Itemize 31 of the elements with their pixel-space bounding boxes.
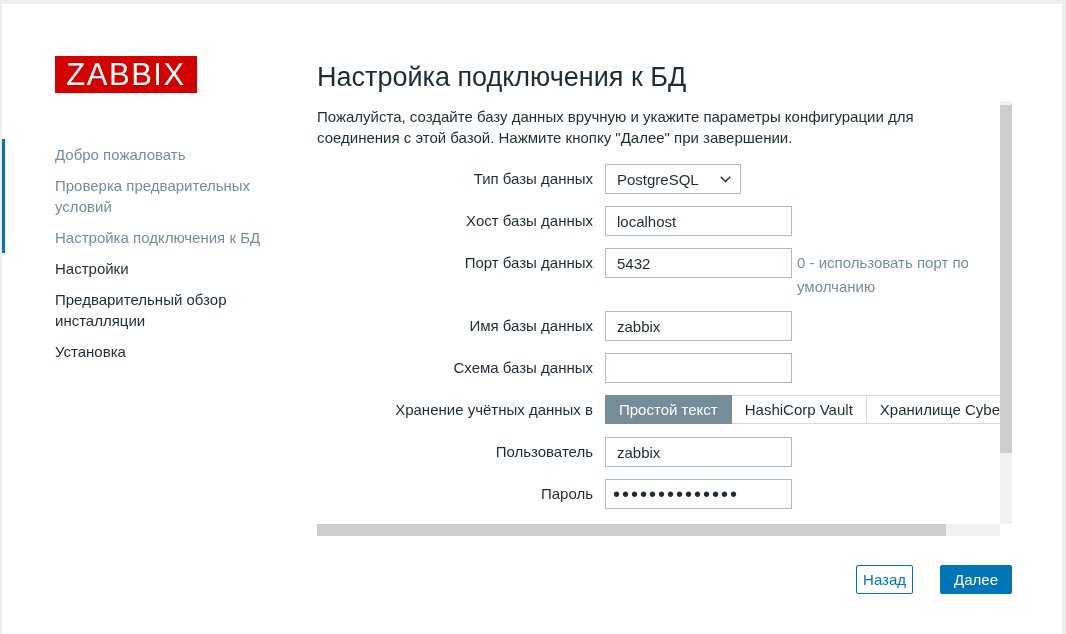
sidebar-step[interactable]: Установка	[2, 336, 272, 367]
back-button[interactable]: Назад	[856, 565, 914, 594]
intro-text: Пожалуйста, создайте базу данных вручную и укажите параметры конфигурации для соединения с этой базой. Нажмите кнопку "Далее" при завершении.	[317, 107, 915, 148]
field-label: Тип базы данных	[472, 169, 593, 189]
field-label: Порт базы данных	[463, 253, 593, 273]
toggle-button[interactable]: HashiCorp Vault	[731, 395, 867, 424]
input-field[interactable]: zabbix	[605, 311, 792, 341]
field-label: Пароль	[539, 484, 593, 504]
field-label: Хост базы данных	[465, 211, 593, 231]
sidebar-step[interactable]: Настройка подключения к БД	[2, 222, 272, 253]
field-label: Схема базы данных	[452, 358, 593, 378]
sidebar-step[interactable]: Проверка предварительных условий	[2, 170, 272, 222]
hint-text: 0 - использовать порт по умолчанию	[797, 253, 970, 297]
input-field[interactable]	[605, 353, 792, 383]
page-title: Настройка подключения к БД	[317, 61, 688, 93]
logo: ZABBIX	[55, 56, 197, 93]
sidebar-step[interactable]: Добро пожаловать	[2, 139, 272, 170]
input-field[interactable]: 5432	[605, 248, 792, 278]
field-label: Хранение учётных данных в	[394, 400, 593, 420]
input-field[interactable]: zabbix	[605, 437, 792, 467]
field-label: Пользователь	[494, 442, 593, 462]
toggle-button[interactable]: Хранилище Cybe	[866, 395, 1000, 424]
chevron-down-icon	[720, 175, 731, 183]
sidebar-step[interactable]: Предварительный обзор инсталляции	[2, 284, 272, 336]
password-field[interactable]: ••••••••••••••	[605, 479, 792, 509]
scrollbar-thumb[interactable]	[1000, 105, 1012, 453]
next-button[interactable]: Далее	[940, 565, 1012, 594]
dropdown[interactable]: PostgreSQL	[605, 164, 741, 194]
input-field[interactable]: localhost	[605, 206, 792, 236]
sidebar-step[interactable]: Настройки	[2, 253, 272, 284]
field-label: Имя базы данных	[468, 316, 593, 336]
